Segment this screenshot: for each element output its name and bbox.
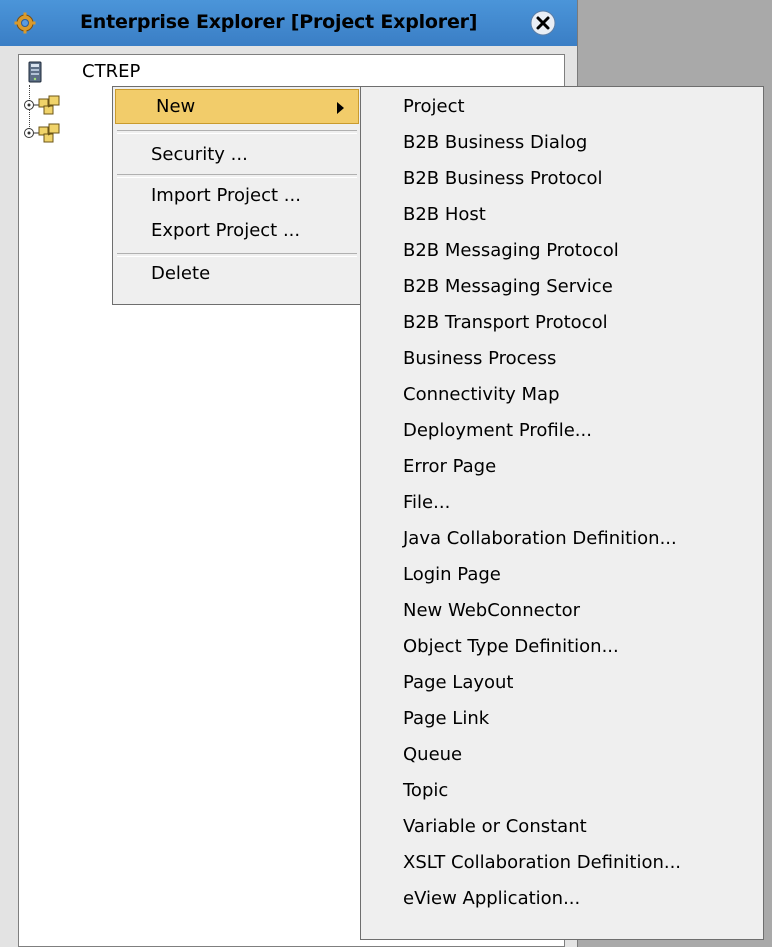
tree-project-node[interactable] (19, 121, 67, 145)
submenu-item[interactable]: B2B Messaging Service (363, 269, 761, 305)
submenu-item-label: B2B Messaging Service (403, 276, 613, 297)
submenu-item-label: eView Application... (403, 888, 581, 909)
submenu-item[interactable]: Page Link (363, 701, 761, 737)
repository-server-icon (27, 61, 45, 83)
window-title: Enterprise Explorer [Project Explorer] (80, 11, 478, 33)
submenu-item[interactable]: Business Process (363, 341, 761, 377)
submenu-item-label: Variable or Constant (403, 816, 587, 837)
submenu-item-label: Page Link (403, 708, 490, 729)
menu-item-import-project[interactable]: Import Project ... (115, 179, 359, 214)
submenu-item-label: Deployment Profile... (403, 420, 592, 441)
menu-item-label: Security ... (151, 144, 248, 165)
project-icon (24, 95, 60, 115)
submenu-item[interactable]: File... (363, 485, 761, 521)
submenu-item-label: XSLT Collaboration Definition... (403, 852, 682, 873)
close-icon[interactable] (530, 10, 556, 36)
menu-separator (117, 174, 357, 178)
tree-project-node[interactable] (19, 93, 67, 117)
menu-item-label: Export Project ... (151, 220, 301, 241)
submenu-item-label: Project (403, 96, 465, 117)
submenu-arrow-icon (337, 102, 344, 114)
submenu-item[interactable]: Queue (363, 737, 761, 773)
menu-separator (117, 130, 357, 134)
submenu-item[interactable]: B2B Messaging Protocol (363, 233, 761, 269)
menu-item-label: New (156, 96, 196, 117)
submenu-item[interactable]: Topic (363, 773, 761, 809)
new-submenu: Project B2B Business Dialog B2B Business… (360, 86, 764, 940)
submenu-item-label: New WebConnector (403, 600, 581, 621)
menu-item-export-project[interactable]: Export Project ... (115, 214, 359, 249)
submenu-item[interactable]: B2B Business Protocol (363, 161, 761, 197)
menu-item-delete[interactable]: Delete (115, 257, 359, 292)
submenu-item[interactable]: Variable or Constant (363, 809, 761, 845)
submenu-item[interactable]: XSLT Collaboration Definition... (363, 845, 761, 881)
submenu-item-label: B2B Host (403, 204, 486, 225)
submenu-item[interactable]: eView Application... (363, 881, 761, 917)
gear-icon (14, 12, 36, 34)
submenu-item-label: Connectivity Map (403, 384, 560, 405)
submenu-item[interactable]: New WebConnector (363, 593, 761, 629)
submenu-item-label: B2B Business Protocol (403, 168, 603, 189)
submenu-item[interactable]: B2B Business Dialog (363, 125, 761, 161)
submenu-item-label: Error Page (403, 456, 497, 477)
submenu-item-label: B2B Messaging Protocol (403, 240, 619, 261)
submenu-item[interactable]: Project (363, 89, 761, 125)
submenu-item[interactable]: Page Layout (363, 665, 761, 701)
submenu-item[interactable]: Login Page (363, 557, 761, 593)
submenu-item[interactable]: Connectivity Map (363, 377, 761, 413)
submenu-item-label: Queue (403, 744, 463, 765)
submenu-item-label: Login Page (403, 564, 501, 585)
submenu-item[interactable]: Object Type Definition... (363, 629, 761, 665)
submenu-item-label: Java Collaboration Definition... (403, 528, 677, 549)
menu-item-new[interactable]: New (115, 89, 359, 124)
menu-item-label: Delete (151, 263, 211, 284)
submenu-item-label: Object Type Definition... (403, 636, 619, 657)
submenu-item[interactable]: B2B Host (363, 197, 761, 233)
submenu-item-label: B2B Business Dialog (403, 132, 588, 153)
submenu-item-label: Page Layout (403, 672, 514, 693)
submenu-item[interactable]: Error Page (363, 449, 761, 485)
project-icon (24, 123, 60, 143)
tree-root-label: CTREP (82, 61, 141, 82)
submenu-item[interactable]: B2B Transport Protocol (363, 305, 761, 341)
menu-item-security[interactable]: Security ... (115, 138, 359, 173)
submenu-item-label: B2B Transport Protocol (403, 312, 608, 333)
context-menu: New Security ... Import Project ... Expo… (112, 86, 362, 305)
submenu-item[interactable]: Java Collaboration Definition... (363, 521, 761, 557)
submenu-item-label: File... (403, 492, 451, 513)
menu-item-label: Import Project ... (151, 185, 301, 206)
submenu-item-label: Business Process (403, 348, 557, 369)
submenu-item[interactable]: Deployment Profile... (363, 413, 761, 449)
submenu-item-label: Topic (403, 780, 449, 801)
window-titlebar[interactable]: Enterprise Explorer [Project Explorer] (0, 0, 577, 46)
